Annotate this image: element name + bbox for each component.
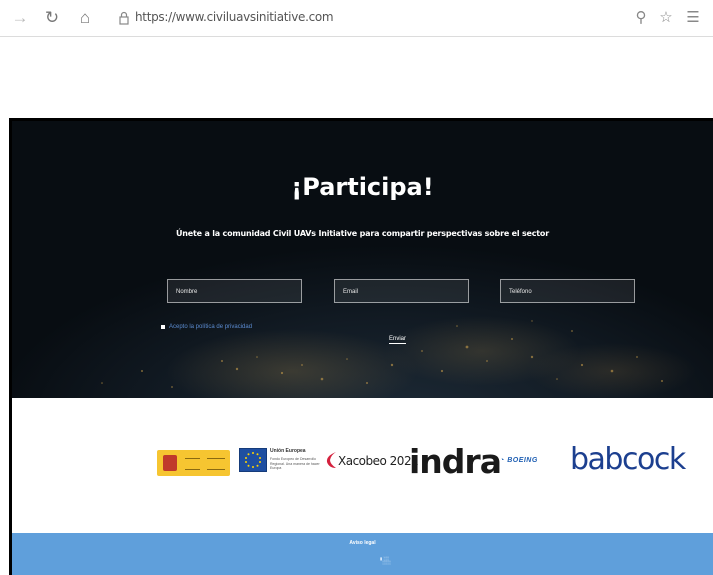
favorites-list-icon[interactable]: ☰ xyxy=(682,8,704,28)
address-bar-url[interactable]: https://www.civiluavsinitiative.com xyxy=(135,10,334,24)
hero-section: ¡Participa! Únete a la comunidad Civil U… xyxy=(12,121,713,398)
footer-logo: ▮ ░░ ░░░ xyxy=(380,556,391,565)
eu-flag-logo xyxy=(239,448,267,472)
favorite-star-icon[interactable]: ☆ xyxy=(655,8,677,28)
phone-field[interactable]: Teléfono xyxy=(500,279,635,303)
indra-logo: indra xyxy=(409,442,502,481)
page-subtitle: Únete a la comunidad Civil UAVs Initiati… xyxy=(176,229,549,238)
eu-logo-text: Unión Europea Fondo Europeo de Desarroll… xyxy=(270,448,320,470)
babcock-logo: babcock xyxy=(570,442,686,477)
page-title: ¡Participa! xyxy=(291,173,434,201)
spain-government-logo xyxy=(157,450,230,476)
web-page: ¡Participa! Únete a la comunidad Civil U… xyxy=(9,118,713,575)
xacobeo-shell-icon xyxy=(326,452,336,468)
legal-notice-link[interactable]: Aviso legal xyxy=(12,540,713,546)
xacobeo-logo: Xacobeo 2021 xyxy=(338,454,419,468)
home-icon[interactable]: ⌂ xyxy=(75,8,95,28)
privacy-policy-link[interactable]: Acepto la política de privacidad xyxy=(169,324,252,330)
email-field[interactable]: Email xyxy=(334,279,469,303)
name-field[interactable]: Nombre xyxy=(167,279,302,303)
back-arrow-icon[interactable]: → xyxy=(10,8,30,28)
privacy-checkbox[interactable] xyxy=(161,325,165,329)
boeing-logo: ◔ BOEING xyxy=(500,457,538,464)
send-button[interactable]: Enviar xyxy=(389,336,407,344)
browser-toolbar: → ↻ ⌂ https://www.civiluavsinitiative.co… xyxy=(0,0,713,37)
lock-icon xyxy=(119,11,129,25)
footer: Aviso legal ▮ ░░ ░░░ xyxy=(12,533,713,575)
sponsor-logos: Unión Europea Fondo Europeo de Desarroll… xyxy=(12,398,713,533)
earth-night-lights-image xyxy=(101,320,663,388)
zoom-icon[interactable]: ⚲ xyxy=(630,8,652,28)
refresh-icon[interactable]: ↻ xyxy=(42,8,62,28)
